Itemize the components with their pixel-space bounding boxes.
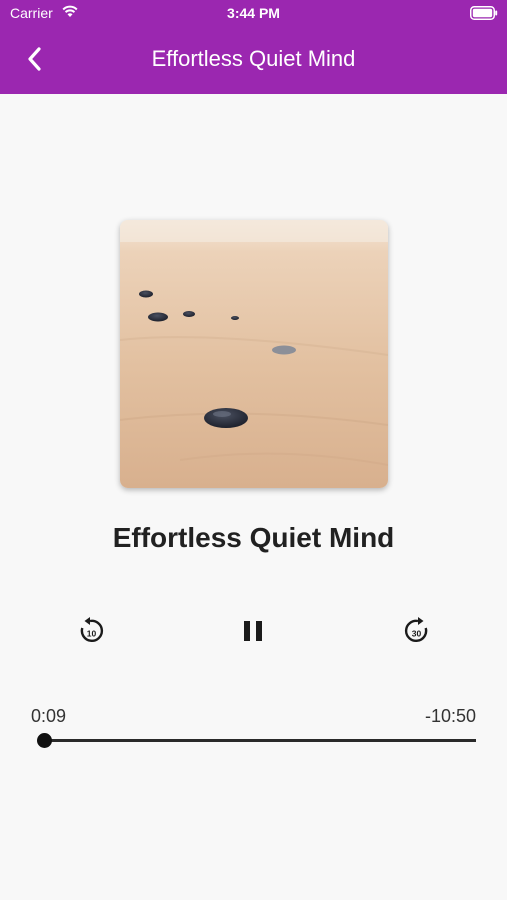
rewind-button[interactable]: 10 bbox=[74, 614, 108, 648]
remaining-time: -10:50 bbox=[424, 706, 476, 726]
page-title: Effortless Quiet Mind bbox=[151, 46, 356, 71]
progress-slider-thumb[interactable] bbox=[36, 733, 52, 748]
pause-button[interactable] bbox=[236, 614, 270, 648]
forward-button[interactable]: 30 bbox=[400, 614, 434, 648]
rewind-seconds-label: 10 bbox=[87, 629, 97, 639]
forward-seconds-label: 30 bbox=[412, 629, 422, 639]
battery-icon bbox=[470, 6, 498, 23]
pause-icon bbox=[244, 621, 262, 641]
rewind-10-icon: 10 bbox=[80, 617, 104, 643]
elapsed-time: 0:09 bbox=[31, 706, 67, 726]
track-artwork bbox=[120, 220, 388, 488]
clock: 3:44 PM bbox=[227, 5, 280, 21]
app-header: Carrier 3:44 PM Effortless Quiet Mind bbox=[0, 0, 507, 94]
status-bar: Carrier 3:44 PM bbox=[0, 0, 507, 28]
progress-slider-track[interactable] bbox=[38, 739, 476, 742]
forward-30-icon: 30 bbox=[404, 617, 428, 643]
sand-stones-image bbox=[120, 220, 388, 488]
track-title: Effortless Quiet Mind bbox=[112, 522, 395, 553]
